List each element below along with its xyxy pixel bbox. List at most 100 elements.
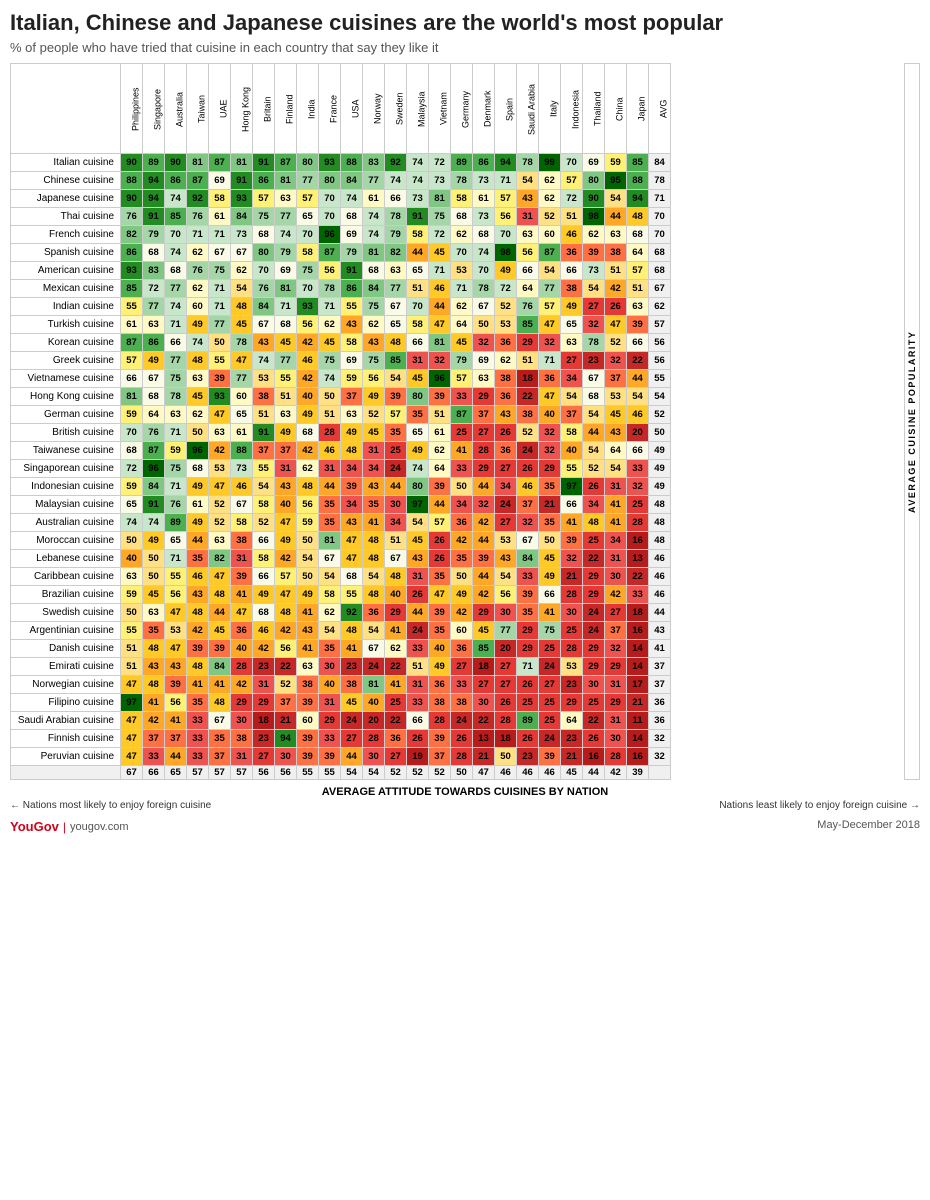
data-cell: 57 — [121, 352, 143, 370]
data-cell: 93 — [231, 190, 253, 208]
data-cell: 34 — [451, 496, 473, 514]
data-cell: 67 — [209, 244, 231, 262]
data-cell: 90 — [121, 154, 143, 172]
data-cell: 45 — [429, 244, 451, 262]
data-cell: 61 — [209, 208, 231, 226]
data-cell: 46 — [429, 280, 451, 298]
data-cell: 29 — [385, 604, 407, 622]
data-cell: 31 — [363, 442, 385, 460]
data-cell: 26 — [495, 424, 517, 442]
data-cell: 30 — [385, 496, 407, 514]
data-cell: 36 — [429, 676, 451, 694]
arrows-container: ← Nations most likely to enjoy foreign c… — [10, 800, 920, 811]
data-cell: 82 — [385, 244, 407, 262]
table-row: Indian cuisine55777460714884719371557567… — [11, 298, 671, 316]
date-label: May-December 2018 — [817, 819, 920, 831]
table-row: French cuisine82797071717368747096697479… — [11, 226, 671, 244]
data-cell: 54 — [561, 388, 583, 406]
avg-cell: 36 — [649, 694, 671, 712]
table-row: Malaysian cuisine65917661526758405635343… — [11, 496, 671, 514]
data-cell: 63 — [143, 316, 165, 334]
data-cell: 63 — [143, 604, 165, 622]
row-label-hong-kong-cuisine: Hong Kong cuisine — [11, 388, 121, 406]
data-cell: 49 — [429, 658, 451, 676]
data-cell: 76 — [121, 208, 143, 226]
data-cell: 52 — [253, 514, 275, 532]
data-cell: 84 — [341, 172, 363, 190]
data-cell: 71 — [495, 172, 517, 190]
data-cell: 42 — [275, 550, 297, 568]
data-cell: 45 — [605, 406, 627, 424]
data-cell: 46 — [319, 442, 341, 460]
data-cell: 48 — [143, 640, 165, 658]
data-cell: 70 — [253, 262, 275, 280]
data-cell: 23 — [253, 730, 275, 748]
data-cell: 44 — [429, 496, 451, 514]
avg-cell: 49 — [649, 442, 671, 460]
data-cell: 85 — [627, 154, 649, 172]
data-cell: 56 — [297, 316, 319, 334]
data-cell: 32 — [473, 334, 495, 352]
data-cell: 54 — [363, 568, 385, 586]
data-cell: 56 — [165, 586, 187, 604]
data-cell: 26 — [451, 730, 473, 748]
data-cell: 29 — [319, 712, 341, 730]
data-cell: 27 — [539, 676, 561, 694]
data-cell: 68 — [165, 262, 187, 280]
data-cell: 59 — [605, 154, 627, 172]
data-cell: 39 — [429, 478, 451, 496]
table-row: Korean cuisine87866674507843454245584348… — [11, 334, 671, 352]
avg-cell: 46 — [649, 550, 671, 568]
data-cell: 48 — [363, 532, 385, 550]
data-cell: 35 — [319, 640, 341, 658]
data-cell: 39 — [209, 370, 231, 388]
row-label-thai-cuisine: Thai cuisine — [11, 208, 121, 226]
col-avg-cell: 55 — [319, 766, 341, 780]
row-label-indian-cuisine: Indian cuisine — [11, 298, 121, 316]
row-label-australian-cuisine: Australian cuisine — [11, 514, 121, 532]
data-cell: 50 — [473, 316, 495, 334]
data-cell: 63 — [275, 190, 297, 208]
data-cell: 75 — [539, 622, 561, 640]
data-cell: 71 — [209, 226, 231, 244]
data-cell: 72 — [561, 190, 583, 208]
row-label-taiwanese-cuisine: Taiwanese cuisine — [11, 442, 121, 460]
data-cell: 40 — [319, 676, 341, 694]
data-cell: 75 — [165, 370, 187, 388]
data-cell: 38 — [495, 370, 517, 388]
data-cell: 55 — [561, 460, 583, 478]
row-label-spanish-cuisine: Spanish cuisine — [11, 244, 121, 262]
data-cell: 80 — [407, 388, 429, 406]
table-row: Saudi Arabian cuisine4742413367301821602… — [11, 712, 671, 730]
data-cell: 28 — [561, 640, 583, 658]
data-cell: 40 — [121, 550, 143, 568]
table-row: Lebanese cuisine405071358231584254674748… — [11, 550, 671, 568]
data-cell: 91 — [253, 424, 275, 442]
data-cell: 49 — [187, 514, 209, 532]
data-cell: 37 — [473, 406, 495, 424]
left-arrow-icon: ← — [10, 800, 20, 811]
row-label-turkish-cuisine: Turkish cuisine — [11, 316, 121, 334]
data-cell: 44 — [187, 532, 209, 550]
data-cell: 52 — [495, 298, 517, 316]
data-cell: 67 — [231, 496, 253, 514]
right-arrow-icon: → — [910, 800, 920, 811]
col-header-singapore: Singapore — [143, 64, 165, 154]
table-row: German cuisine59646362476551634951635257… — [11, 406, 671, 424]
data-cell: 63 — [517, 226, 539, 244]
avg-cell: 70 — [649, 226, 671, 244]
data-cell: 52 — [209, 514, 231, 532]
data-cell: 22 — [385, 658, 407, 676]
row-label-british-cuisine: British cuisine — [11, 424, 121, 442]
data-cell: 60 — [231, 388, 253, 406]
data-cell: 67 — [363, 640, 385, 658]
data-cell: 24 — [583, 622, 605, 640]
data-cell: 30 — [561, 604, 583, 622]
data-cell: 33 — [451, 388, 473, 406]
table-row: Caribbean cuisine63505546473966575054685… — [11, 568, 671, 586]
data-cell: 97 — [407, 496, 429, 514]
data-cell: 38 — [429, 694, 451, 712]
data-cell: 69 — [209, 172, 231, 190]
data-cell: 72 — [121, 460, 143, 478]
data-cell: 66 — [253, 568, 275, 586]
